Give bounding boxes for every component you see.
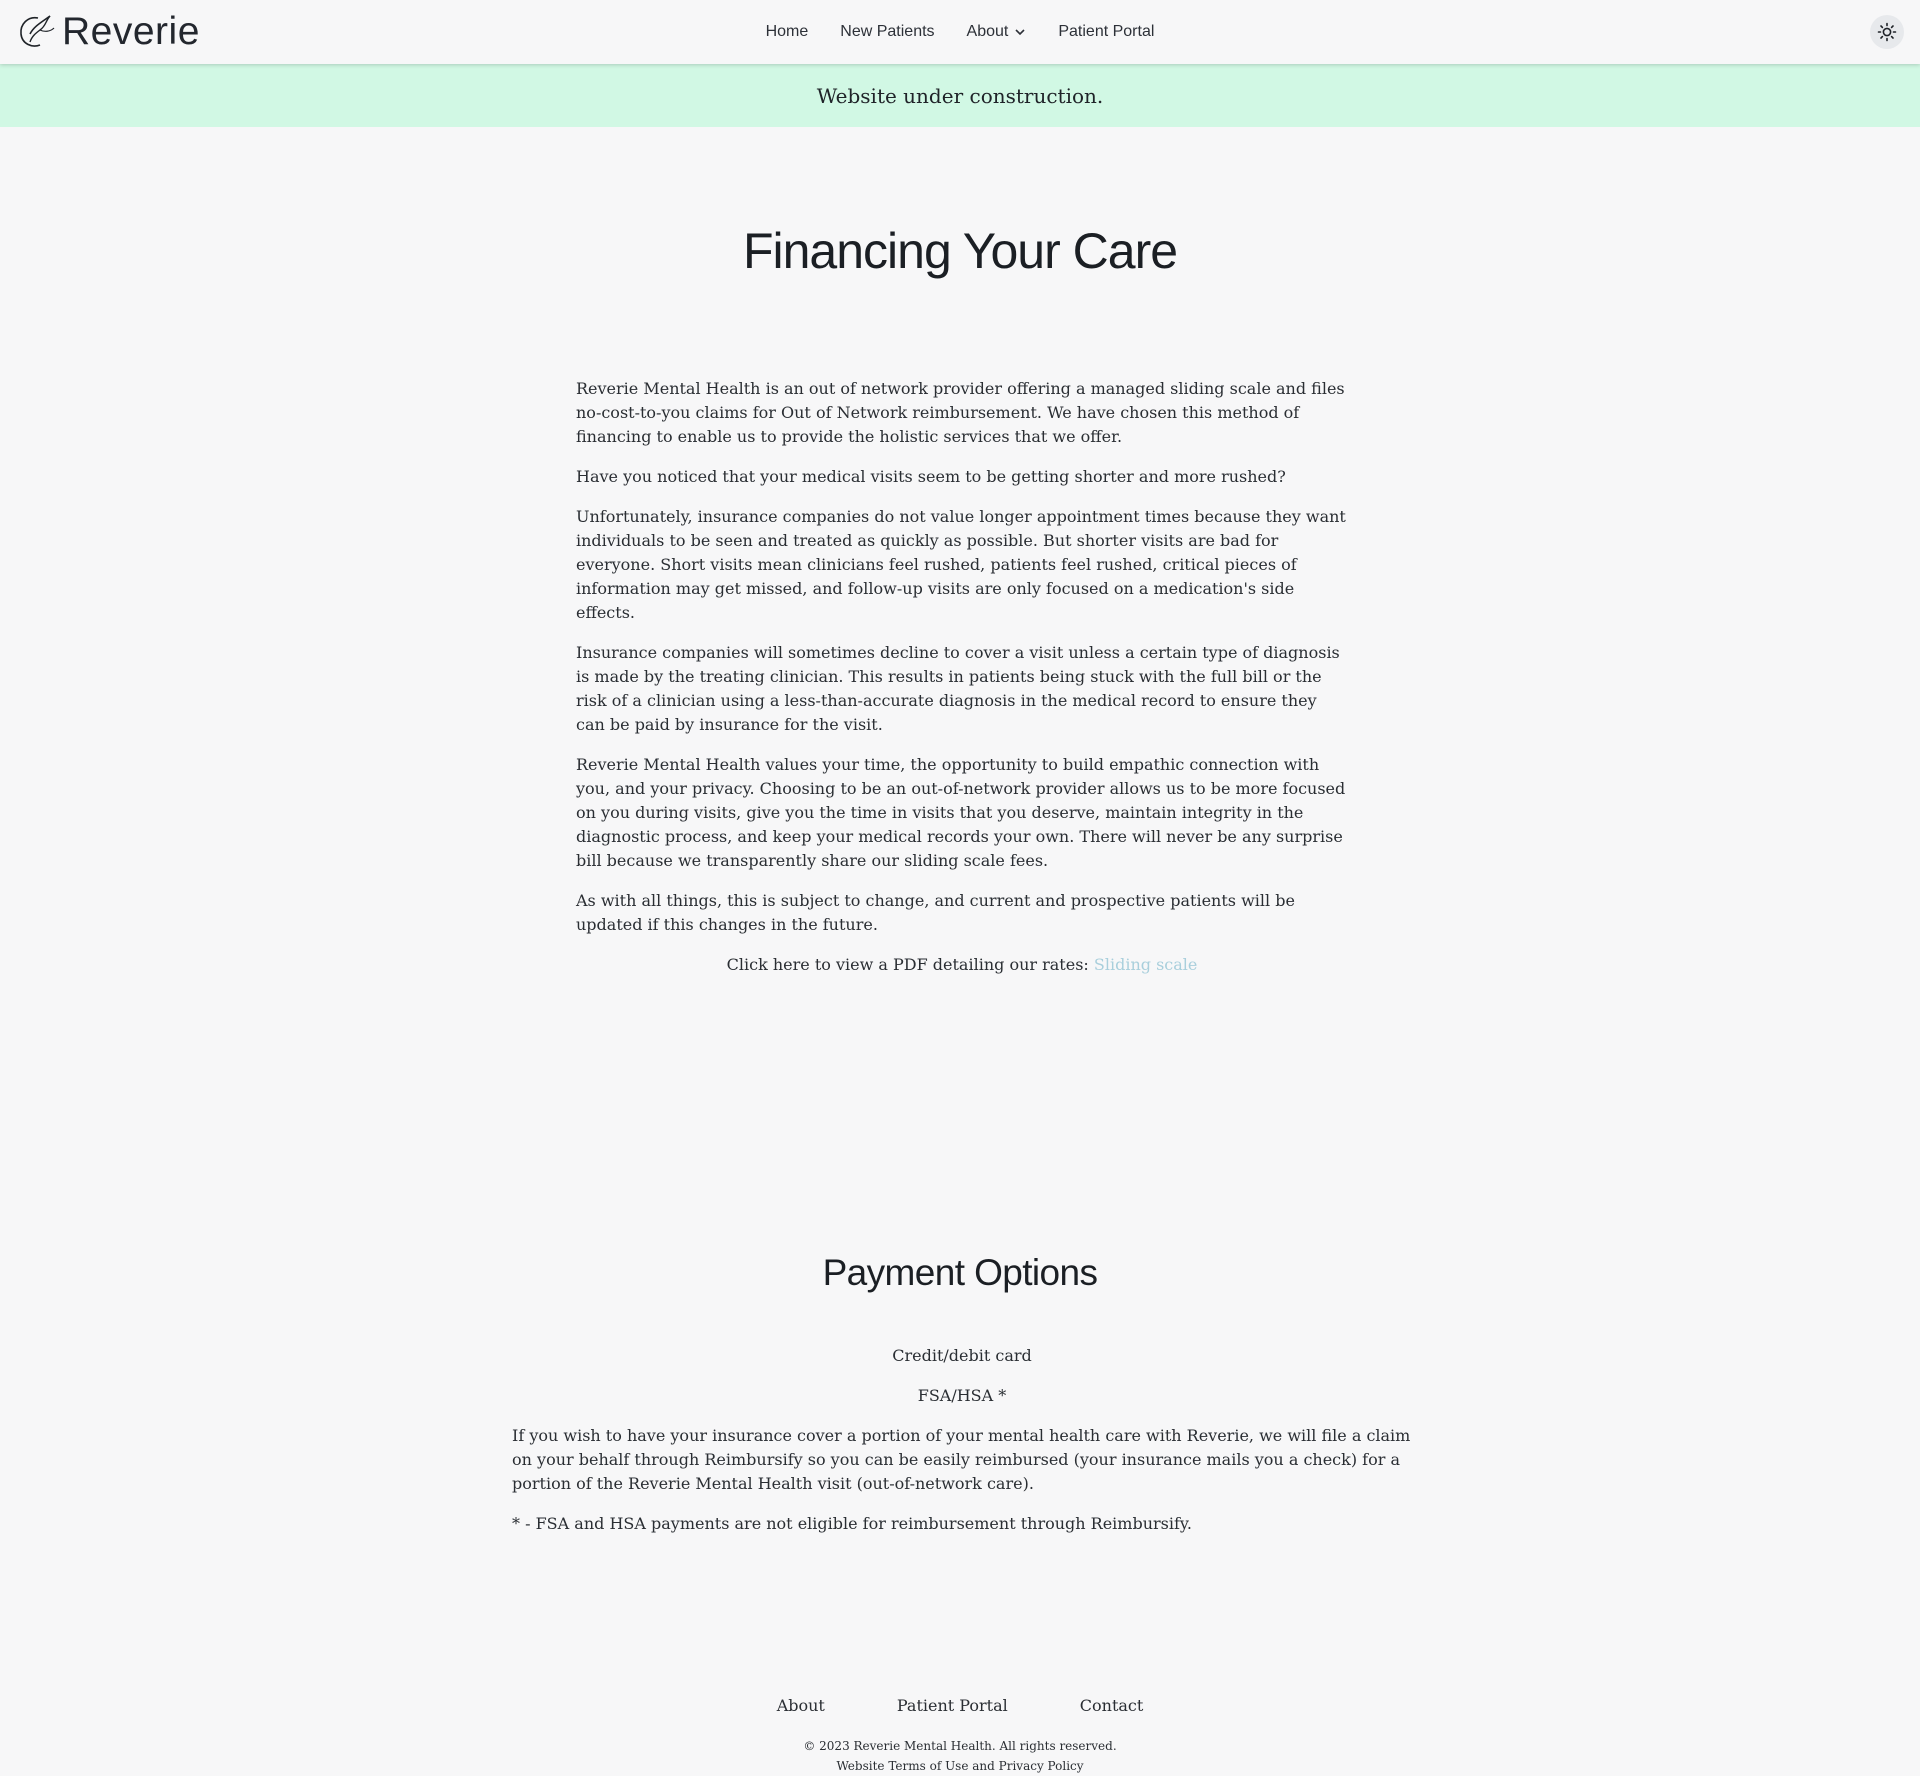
copyright-block: © 2023 Reverie Mental Health. All rights… xyxy=(0,1736,1920,1776)
theme-toggle-button[interactable] xyxy=(1870,15,1904,49)
terms-of-use-link[interactable]: Website Terms of Use xyxy=(836,1759,968,1773)
payment-options-heading: Payment Options xyxy=(822,1252,1098,1293)
sun-icon xyxy=(1877,22,1897,42)
paragraph: Have you noticed that your medical visit… xyxy=(576,467,1286,486)
paragraph: Insurance companies will sometimes decli… xyxy=(576,643,1340,734)
payment-options-content: Credit/debit card FSA/HSA * If you wish … xyxy=(512,1344,1412,1552)
privacy-policy-link[interactable]: Privacy Policy xyxy=(999,1759,1084,1773)
sliding-scale-link[interactable]: Sliding scale xyxy=(1094,955,1197,974)
pdf-prompt: Click here to view a PDF detailing our r… xyxy=(576,953,1348,977)
nav-about-label: About xyxy=(966,23,1009,40)
payment-option-card: Credit/debit card xyxy=(892,1346,1032,1365)
top-navbar: Reverie Home New Patients About Patient … xyxy=(0,0,1920,64)
pdf-prompt-text: Click here to view a PDF detailing our r… xyxy=(726,955,1094,974)
paragraph: Reverie Mental Health values your time, … xyxy=(576,755,1346,870)
insurance-paragraph: If you wish to have your insurance cover… xyxy=(512,1426,1411,1493)
legal-links: Website Terms of Use and Privacy Policy xyxy=(0,1756,1920,1776)
fsa-footnote: * - FSA and HSA payments are not eligibl… xyxy=(512,1514,1192,1533)
banner-text: Website under construction. xyxy=(816,83,1104,108)
chevron-down-icon xyxy=(1015,29,1025,36)
payment-option-fsa: FSA/HSA * xyxy=(917,1386,1007,1405)
financing-content: Reverie Mental Health is an out of netwo… xyxy=(576,377,1348,993)
paragraph: Reverie Mental Health is an out of netwo… xyxy=(576,379,1345,446)
footer-link-about[interactable]: About xyxy=(777,1696,825,1715)
construction-banner: Website under construction. xyxy=(0,64,1920,127)
page-title: Financing Your Care xyxy=(742,223,1178,279)
nav-patient-portal[interactable]: Patient Portal xyxy=(1058,23,1154,41)
copyright-text: © 2023 Reverie Mental Health. All rights… xyxy=(803,1739,1117,1753)
footer-link-contact[interactable]: Contact xyxy=(1080,1696,1144,1715)
footer-link-patient-portal[interactable]: Patient Portal xyxy=(897,1696,1008,1715)
nav-about-dropdown[interactable]: About xyxy=(967,23,1027,41)
nav-new-patients[interactable]: New Patients xyxy=(840,23,934,41)
paragraph: Unfortunately, insurance companies do no… xyxy=(576,507,1346,622)
main-menu: Home New Patients About Patient Portal xyxy=(0,0,1920,64)
nav-home[interactable]: Home xyxy=(766,23,809,41)
footer-links: About Patient Portal Contact xyxy=(0,1696,1920,1715)
legal-joiner: and xyxy=(968,1759,999,1773)
paragraph: As with all things, this is subject to c… xyxy=(576,891,1295,934)
